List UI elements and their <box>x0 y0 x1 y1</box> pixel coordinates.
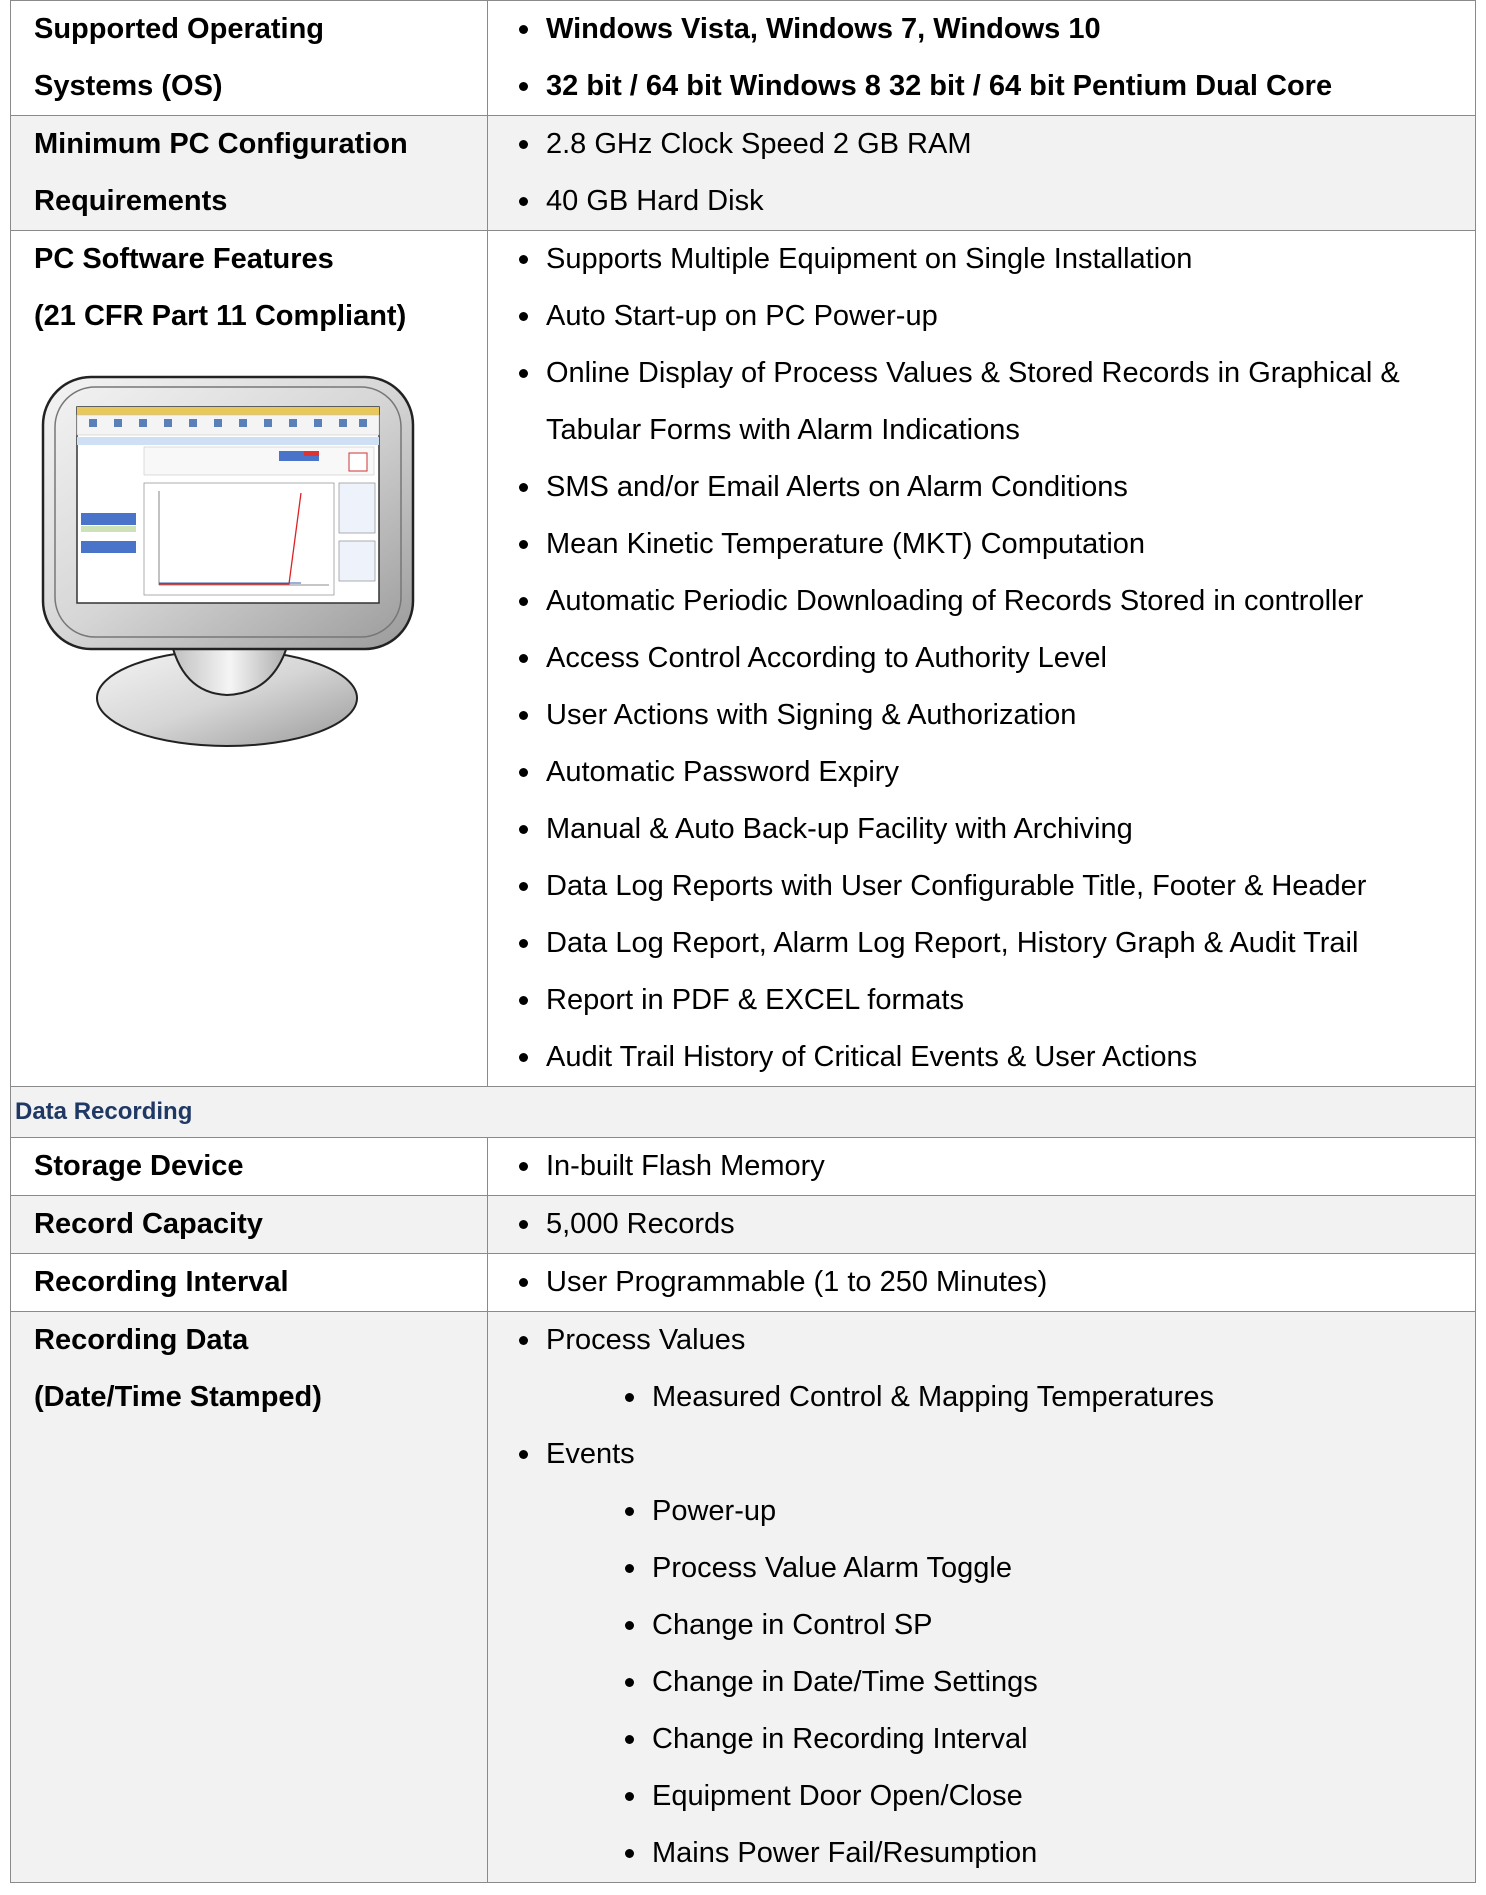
monitor-illustration <box>29 373 487 773</box>
list-item: Events <box>519 1426 1475 1483</box>
value-record-capacity: 5,000 Records <box>487 1195 1476 1254</box>
list-item: Power-up <box>625 1483 1475 1540</box>
list-item: Change in Control SP <box>625 1597 1475 1654</box>
list-item: 40 GB Hard Disk <box>519 173 1475 230</box>
label-recording-interval: Recording Interval <box>10 1253 488 1312</box>
list-item: Mains Power Fail/Resumption <box>625 1825 1475 1882</box>
section-data-recording: Data Recording <box>10 1086 1476 1138</box>
value-supported-os: Windows Vista, Windows 7, Windows 10 32 … <box>487 0 1476 116</box>
list-item: Equipment Door Open/Close <box>625 1768 1475 1825</box>
list-item: Data Log Reports with User Configurable … <box>519 858 1475 915</box>
list-item: Automatic Periodic Downloading of Record… <box>519 573 1475 630</box>
row-storage-device: Storage Device In-built Flash Memory <box>10 1137 1476 1196</box>
list-item: Access Control According to Authority Le… <box>519 630 1475 687</box>
section-title: Data Recording <box>10 1086 1476 1138</box>
list-item: 2.8 GHz Clock Speed 2 GB RAM <box>519 116 1475 173</box>
row-recording-interval: Recording Interval User Programmable (1 … <box>10 1253 1476 1312</box>
list-item: Auto Start-up on PC Power-up <box>519 288 1475 345</box>
label-record-capacity: Record Capacity <box>10 1195 488 1254</box>
list-item: Automatic Password Expiry <box>519 744 1475 801</box>
list-item: Windows Vista, Windows 7, Windows 10 <box>519 1 1475 58</box>
list-item: Online Display of Process Values & Store… <box>519 345 1475 459</box>
label-pc-config: Minimum PC Configuration Requirements <box>10 115 488 231</box>
computer-monitor-image <box>41 375 415 747</box>
label-supported-os: Supported Operating Systems (OS) <box>10 0 488 116</box>
list-item: Report in PDF & EXCEL formats <box>519 972 1475 1029</box>
value-recording-data: Process Values Measured Control & Mappin… <box>487 1311 1476 1883</box>
spec-table: Supported Operating Systems (OS) Windows… <box>10 0 1476 1883</box>
list-item: Change in Recording Interval <box>625 1711 1475 1768</box>
label-software-features: PC Software Features (21 CFR Part 11 Com… <box>10 230 488 1087</box>
list-item: 5,000 Records <box>519 1196 1475 1253</box>
list-item: Mean Kinetic Temperature (MKT) Computati… <box>519 516 1475 573</box>
value-recording-interval: User Programmable (1 to 250 Minutes) <box>487 1253 1476 1312</box>
row-software-features: PC Software Features (21 CFR Part 11 Com… <box>10 230 1476 1087</box>
list-item: User Programmable (1 to 250 Minutes) <box>519 1254 1475 1311</box>
value-software-features: Supports Multiple Equipment on Single In… <box>487 230 1476 1087</box>
list-item: 32 bit / 64 bit Windows 8 32 bit / 64 bi… <box>519 58 1475 115</box>
list-item: Supports Multiple Equipment on Single In… <box>519 231 1475 288</box>
list-item: Data Log Report, Alarm Log Report, Histo… <box>519 915 1475 972</box>
list-item: Measured Control & Mapping Temperatures <box>625 1369 1475 1426</box>
list-item: Process Values <box>519 1312 1475 1369</box>
list-item: Process Value Alarm Toggle <box>625 1540 1475 1597</box>
label-storage-device: Storage Device <box>10 1137 488 1196</box>
row-recording-data: Recording Data (Date/Time Stamped) Proce… <box>10 1311 1476 1883</box>
value-storage-device: In-built Flash Memory <box>487 1137 1476 1196</box>
list-item: In-built Flash Memory <box>519 1138 1475 1195</box>
label-recording-data: Recording Data (Date/Time Stamped) <box>10 1311 488 1883</box>
list-item: Audit Trail History of Critical Events &… <box>519 1029 1475 1086</box>
list-item: Manual & Auto Back-up Facility with Arch… <box>519 801 1475 858</box>
row-pc-config: Minimum PC Configuration Requirements 2.… <box>10 115 1476 231</box>
list-item: Change in Date/Time Settings <box>625 1654 1475 1711</box>
list-item: SMS and/or Email Alerts on Alarm Conditi… <box>519 459 1475 516</box>
row-record-capacity: Record Capacity 5,000 Records <box>10 1195 1476 1254</box>
list-item: User Actions with Signing & Authorizatio… <box>519 687 1475 744</box>
row-supported-os: Supported Operating Systems (OS) Windows… <box>10 0 1476 116</box>
value-pc-config: 2.8 GHz Clock Speed 2 GB RAM 40 GB Hard … <box>487 115 1476 231</box>
